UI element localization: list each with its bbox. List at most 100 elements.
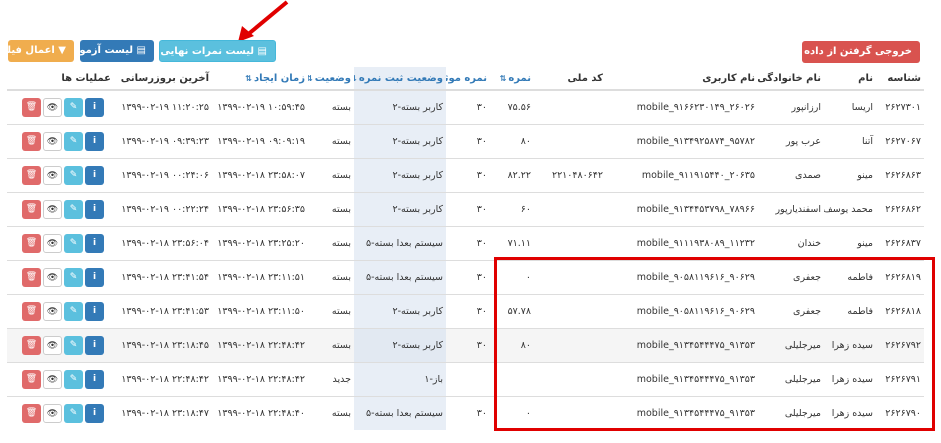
col-status[interactable]: وضعیت⇅ [308, 67, 354, 91]
edit-button[interactable]: ✎ [64, 166, 83, 185]
cell-registration-status: کاربر بسته-۲ [354, 158, 446, 193]
exams-list-button[interactable]: ▤ لیست آزمون [71, 40, 154, 62]
sort-icon: ⇅ [245, 73, 252, 83]
view-button[interactable]: 👁 [43, 404, 62, 423]
cell-effective-score: ۳۰ [446, 294, 490, 329]
delete-button[interactable]: 🗑 [22, 234, 41, 253]
col-username[interactable]: نام کاربری [606, 67, 758, 91]
edit-icon: ✎ [69, 340, 78, 350]
cell-created: ۱۳۹۹-۰۲-۱۹ ۰۹:۰۹:۱۹ [212, 124, 308, 159]
delete-button[interactable]: 🗑 [22, 98, 41, 117]
cell-actions: 🗑 👁 ✎ i [7, 294, 114, 329]
cell-registration-status: کاربر بسته-۲ [354, 294, 446, 329]
delete-button[interactable]: 🗑 [22, 200, 41, 219]
table-row: ۲۶۲۶۸۶۳ مینو صمدی mobile_۹۱۱۹۱۵۴۴۰_۲۰۶۳۵ ۲۲۱… [7, 158, 924, 193]
view-button[interactable]: 👁 [43, 370, 62, 389]
view-icon: 👁 [46, 239, 59, 249]
info-button[interactable]: i [85, 302, 104, 321]
edit-icon: ✎ [69, 102, 78, 112]
delete-button[interactable]: 🗑 [22, 132, 41, 151]
info-icon: i [92, 340, 97, 350]
cell-registration-status: کاربر بسته-۲ [354, 89, 446, 125]
col-id[interactable]: شناسه [876, 67, 924, 91]
info-button[interactable]: i [85, 98, 104, 117]
cell-last-name: صمدی [758, 158, 824, 193]
toolbar: خروجی گرفتن از داده ها ▾ ▤ لیست نمرات نه… [0, 36, 941, 66]
delete-button[interactable]: 🗑 [22, 370, 41, 389]
export-data-button[interactable]: خروجی گرفتن از داده ها ▾ [781, 41, 920, 63]
cell-actions: 🗑 👁 ✎ i [7, 362, 114, 397]
info-button[interactable]: i [85, 404, 104, 423]
info-button[interactable]: i [85, 370, 104, 389]
info-button[interactable]: i [85, 234, 104, 253]
view-button[interactable]: 👁 [43, 268, 62, 287]
col-registration-status-label: وضعیت ثبت نمره [358, 72, 443, 84]
edit-button[interactable]: ✎ [64, 370, 83, 389]
edit-button[interactable]: ✎ [64, 98, 83, 117]
info-button[interactable]: i [85, 132, 104, 151]
edit-button[interactable]: ✎ [64, 302, 83, 321]
cell-score: ۷۱.۱۱ [490, 226, 534, 261]
delete-button[interactable]: 🗑 [22, 404, 41, 423]
info-icon: i [92, 238, 97, 248]
col-last-name[interactable]: نام خانوادگی [758, 67, 824, 91]
cell-status: بسته [308, 192, 354, 227]
delete-button[interactable]: 🗑 [22, 166, 41, 185]
view-button[interactable]: 👁 [43, 132, 62, 151]
col-score[interactable]: نمره⇅ [490, 67, 534, 91]
cell-status: بسته [308, 260, 354, 295]
cell-first-name: آتنا [824, 124, 876, 159]
sort-icon: ⇅ [499, 73, 507, 83]
cell-first-name: اریسا [824, 89, 876, 125]
cell-created: ۱۳۹۹-۰۲-۱۸ ۲۳:۵۶:۳۵ [212, 192, 308, 227]
col-registration-status[interactable]: وضعیت ثبت نمره⇅ [354, 67, 446, 91]
info-button[interactable]: i [85, 336, 104, 355]
edit-button[interactable]: ✎ [64, 404, 83, 423]
info-button[interactable]: i [85, 268, 104, 287]
view-button[interactable]: 👁 [43, 98, 62, 117]
delete-icon: 🗑 [25, 306, 38, 316]
col-national-code[interactable]: کد ملی [534, 67, 606, 91]
info-button[interactable]: i [85, 200, 104, 219]
info-icon: i [92, 374, 97, 384]
view-icon: 👁 [46, 137, 59, 147]
col-effective-score[interactable]: نمره موثر⇅ [446, 67, 490, 91]
view-icon: 👁 [46, 103, 59, 113]
info-button[interactable]: i [85, 166, 104, 185]
col-first-name[interactable]: نام [824, 67, 876, 91]
edit-button[interactable]: ✎ [64, 336, 83, 355]
cell-registration-status: سیستم بعدا بسته-۵ [354, 260, 446, 295]
edit-button[interactable]: ✎ [64, 268, 83, 287]
edit-button[interactable]: ✎ [64, 132, 83, 151]
final-scores-list-button[interactable]: ▤ لیست نمرات نهایی افراد [132, 40, 276, 62]
apply-filter-button[interactable]: ▼ اعمال فیلتر [0, 40, 74, 62]
edit-button[interactable]: ✎ [64, 200, 83, 219]
view-button[interactable]: 👁 [43, 200, 62, 219]
cell-updated: ۱۳۹۹-۰۲-۱۸ ۲۳:۴۱:۵۴ [114, 260, 212, 295]
view-button[interactable]: 👁 [43, 166, 62, 185]
col-updated[interactable]: آخرین بروزرسانی [114, 67, 212, 91]
cell-created: ۱۳۹۹-۰۲-۱۸ ۲۲:۴۸:۴۲ [212, 328, 308, 363]
cell-created: ۱۳۹۹-۰۲-۱۸ ۲۲:۴۸:۴۲ [212, 362, 308, 397]
cell-registration-status: باز-۱ [354, 362, 446, 397]
view-button[interactable]: 👁 [43, 336, 62, 355]
view-button[interactable]: 👁 [43, 234, 62, 253]
delete-button[interactable]: 🗑 [22, 302, 41, 321]
cell-actions: 🗑 👁 ✎ i [7, 396, 114, 430]
cell-effective-score: ۳۰ [446, 192, 490, 227]
cell-effective-score: ۳۰ [446, 260, 490, 295]
cell-actions: 🗑 👁 ✎ i [7, 226, 114, 261]
cell-national-code: ۲۲۱۰۴۸۰۶۴۲ [534, 158, 606, 193]
cell-status: بسته [308, 158, 354, 193]
delete-button[interactable]: 🗑 [22, 336, 41, 355]
edit-button[interactable]: ✎ [64, 234, 83, 253]
delete-icon: 🗑 [25, 204, 38, 214]
cell-id: ۲۶۲۶۸۳۷ [876, 226, 924, 261]
sort-icon: ⇅ [354, 74, 357, 83]
cell-status: بسته [308, 89, 354, 125]
delete-button[interactable]: 🗑 [22, 268, 41, 287]
col-created[interactable]: زمان ایجاد⇅ [212, 67, 308, 91]
cell-created: ۱۳۹۹-۰۲-۱۸ ۲۳:۵۸:۰۷ [212, 158, 308, 193]
cell-updated: ۱۳۹۹-۰۲-۱۹ ۰۹:۳۹:۲۳ [114, 124, 212, 159]
view-button[interactable]: 👁 [43, 302, 62, 321]
